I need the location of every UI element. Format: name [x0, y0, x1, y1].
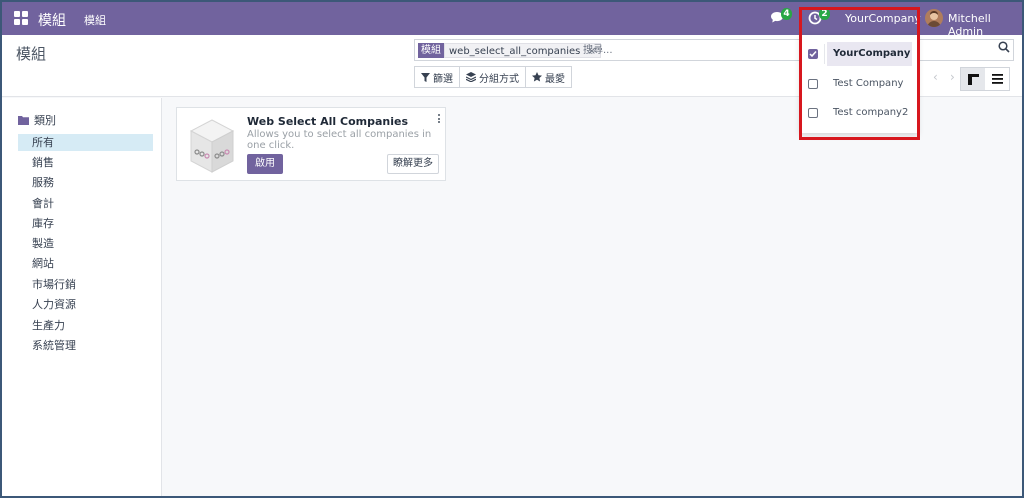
company-checkbox[interactable] — [808, 79, 818, 89]
sidebar-item-marketing[interactable]: 市場行銷 — [18, 276, 153, 293]
pager-prev-icon[interactable]: ‹ — [933, 70, 938, 84]
company-dropdown: YourCompany Test Company Test company2 — [800, 35, 918, 133]
list-icon — [991, 74, 1003, 84]
sidebar-item-accounting[interactable]: 會計 — [18, 195, 153, 212]
module-description: Allows you to select all companies in on… — [247, 129, 432, 151]
kebab-icon[interactable] — [436, 114, 442, 126]
facet-label: 模組 — [418, 43, 444, 58]
folder-icon — [18, 115, 29, 125]
company-option-test-company2[interactable]: Test company2 — [800, 99, 918, 127]
sidebar-item-all[interactable]: 所有 — [18, 134, 153, 151]
activate-button[interactable]: 啟用 — [247, 154, 283, 174]
favorites-button[interactable]: 最愛 — [526, 67, 571, 87]
sidebar-item-hr[interactable]: 人力資源 — [18, 296, 153, 313]
chat-icon[interactable]: 4 — [770, 8, 792, 25]
kanban-view-button[interactable] — [961, 68, 985, 90]
app-brand[interactable]: 模組 — [38, 10, 66, 30]
sidebar-item-website[interactable]: 網站 — [18, 255, 153, 272]
learn-more-button[interactable]: 瞭解更多 — [387, 154, 439, 174]
star-icon — [532, 72, 542, 82]
sidebar-item-administration[interactable]: 系統管理 — [18, 337, 153, 354]
option-divider — [824, 44, 825, 64]
clock-icon[interactable]: 2 — [808, 8, 830, 27]
facet-value-text: web_select_all_companies — [449, 46, 581, 57]
view-switcher — [960, 67, 1010, 91]
activity-count-badge: 2 — [819, 8, 830, 20]
filter-label: 篩選 — [433, 73, 453, 85]
search-bar[interactable]: 模組 web_select_all_companies × — [414, 39, 1014, 61]
group-by-button[interactable]: 分組方式 — [460, 67, 526, 87]
page-title: 模組 — [16, 45, 47, 63]
filter-button[interactable]: 篩選 — [415, 67, 460, 87]
module-card[interactable]: Web Select All Companies Allows you to s… — [176, 107, 446, 181]
sidebar-item-manufacturing[interactable]: 製造 — [18, 235, 153, 252]
chat-count-badge: 4 — [781, 8, 792, 20]
module-title: Web Select All Companies — [247, 115, 409, 128]
pager-next-icon[interactable]: › — [950, 70, 955, 84]
sidebar-heading: 類別 — [18, 112, 56, 128]
app-window: 模組 模組 4 2 YourCompany Mitchell Admin 模組 … — [0, 0, 1024, 498]
group-by-label: 分組方式 — [479, 73, 519, 85]
kanban-icon — [967, 73, 979, 85]
company-switcher[interactable]: YourCompany — [845, 12, 921, 25]
category-sidebar: 類別 所有 銷售 服務 會計 庫存 製造 網站 市場行銷 人力資源 生產力 系統… — [2, 98, 162, 496]
apps-grid-icon[interactable] — [14, 11, 28, 25]
avatar[interactable] — [925, 9, 943, 27]
sidebar-heading-label: 類別 — [34, 114, 56, 127]
facet-value: web_select_all_companies × — [444, 43, 601, 58]
company-label[interactable]: Test company2 — [827, 101, 912, 125]
search-toolbar: 篩選 分組方式 最愛 — [414, 66, 572, 88]
top-navbar: 模組 模組 4 2 YourCompany Mitchell Admin — [2, 2, 1022, 38]
company-option-test-company[interactable]: Test Company — [800, 70, 918, 98]
sidebar-item-inventory[interactable]: 庫存 — [18, 215, 153, 232]
list-view-button[interactable] — [985, 68, 1009, 90]
company-checkbox-checked[interactable] — [808, 49, 818, 59]
search-facet: 模組 web_select_all_companies × — [418, 43, 601, 58]
nav-menu-modules[interactable]: 模組 — [84, 12, 106, 28]
search-icon[interactable] — [998, 41, 1010, 53]
sidebar-item-productivity[interactable]: 生產力 — [18, 317, 153, 334]
company-label[interactable]: Test Company — [827, 72, 912, 96]
company-option-yourcompany[interactable]: YourCompany — [800, 40, 918, 68]
filter-icon — [421, 72, 430, 82]
layers-icon — [466, 72, 476, 82]
company-label[interactable]: YourCompany — [827, 42, 912, 66]
favorites-label: 最愛 — [545, 73, 565, 85]
company-checkbox[interactable] — [808, 108, 818, 118]
sidebar-item-services[interactable]: 服務 — [18, 174, 153, 191]
module-cube-icon — [189, 118, 235, 174]
sidebar-item-sales[interactable]: 銷售 — [18, 154, 153, 171]
